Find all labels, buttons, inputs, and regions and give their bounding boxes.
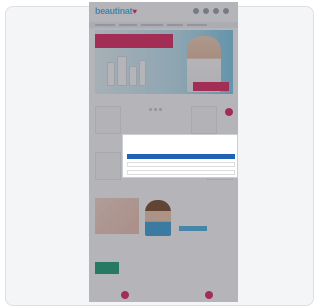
consent-settings-button[interactable] <box>127 162 235 167</box>
cookie-consent-dialog <box>122 134 238 178</box>
reject-button[interactable] <box>127 170 235 175</box>
accept-all-button[interactable] <box>127 154 235 159</box>
